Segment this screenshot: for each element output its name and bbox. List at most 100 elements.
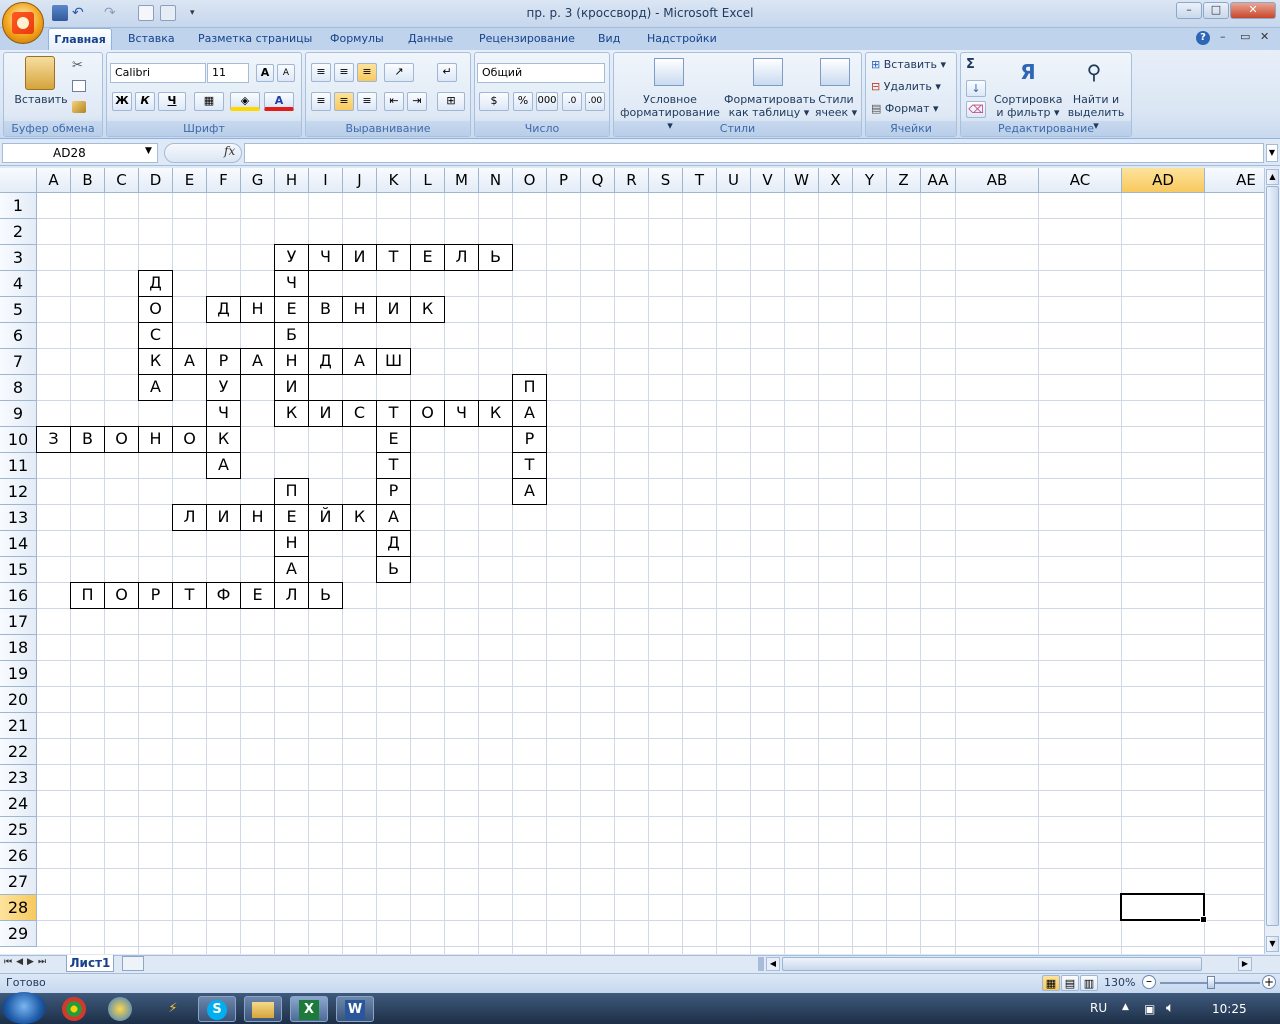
- crossword-cell-k14[interactable]: Д: [376, 530, 411, 557]
- skype-icon[interactable]: S: [198, 996, 236, 1022]
- row-header-13[interactable]: 13: [0, 505, 37, 531]
- language-indicator[interactable]: RU: [1090, 1001, 1107, 1015]
- row-header-20[interactable]: 20: [0, 687, 37, 713]
- column-header-j[interactable]: J: [343, 168, 377, 193]
- row-header-15[interactable]: 15: [0, 557, 37, 583]
- crossword-cell-d8[interactable]: А: [138, 374, 173, 401]
- tab-data[interactable]: Данные: [404, 28, 457, 50]
- ribbon-minimize-icon[interactable]: –: [1220, 30, 1226, 43]
- column-header-a[interactable]: A: [37, 168, 71, 193]
- crossword-cell-e10[interactable]: О: [172, 426, 207, 453]
- page-break-view-icon[interactable]: ▥: [1080, 975, 1098, 991]
- tab-view[interactable]: Вид: [594, 28, 624, 50]
- formula-input[interactable]: [244, 143, 1264, 163]
- column-header-x[interactable]: X: [819, 168, 853, 193]
- column-header-d[interactable]: D: [139, 168, 173, 193]
- shrink-font-button[interactable]: A: [277, 64, 295, 82]
- crossword-cell-i13[interactable]: Й: [308, 504, 343, 531]
- column-header-w[interactable]: W: [785, 168, 819, 193]
- vertical-scrollbar[interactable]: ▲ ▼: [1264, 168, 1280, 954]
- crossword-cell-h15[interactable]: А: [274, 556, 309, 583]
- row-header-10[interactable]: 10: [0, 427, 37, 453]
- close-button[interactable]: ✕: [1230, 2, 1276, 19]
- crossword-cell-g7[interactable]: А: [240, 348, 275, 375]
- decrease-decimal-icon[interactable]: .00: [585, 92, 605, 111]
- cell-styles-icon[interactable]: [820, 58, 850, 86]
- crossword-cell-h12[interactable]: П: [274, 478, 309, 505]
- row-header-1[interactable]: 1: [0, 193, 37, 219]
- font-size-select[interactable]: 11: [207, 63, 249, 83]
- crossword-cell-f11[interactable]: А: [206, 452, 241, 479]
- column-header-k[interactable]: K: [377, 168, 411, 193]
- crossword-cell-d7[interactable]: К: [138, 348, 173, 375]
- format-as-table-button[interactable]: Форматировать как таблицу ▾: [724, 93, 816, 119]
- column-header-m[interactable]: M: [445, 168, 479, 193]
- paste-button[interactable]: Вставить: [10, 93, 72, 106]
- crossword-cell-k5[interactable]: И: [376, 296, 411, 323]
- row-header-19[interactable]: 19: [0, 661, 37, 687]
- row-header-18[interactable]: 18: [0, 635, 37, 661]
- crossword-cell-m9[interactable]: Ч: [444, 400, 479, 427]
- crossword-cell-k15[interactable]: Ь: [376, 556, 411, 583]
- orientation-icon[interactable]: ↗: [384, 63, 414, 82]
- zoom-in-icon[interactable]: +: [1262, 975, 1276, 989]
- column-header-h[interactable]: H: [275, 168, 309, 193]
- crossword-cell-c10[interactable]: О: [104, 426, 139, 453]
- column-header-f[interactable]: F: [207, 168, 241, 193]
- column-header-t[interactable]: T: [683, 168, 717, 193]
- currency-icon[interactable]: $: [479, 92, 509, 111]
- zoom-level[interactable]: 130%: [1104, 976, 1135, 989]
- crossword-cell-m3[interactable]: Л: [444, 244, 479, 271]
- crossword-cell-b16[interactable]: П: [70, 582, 105, 609]
- row-header-16[interactable]: 16: [0, 583, 37, 609]
- page-layout-view-icon[interactable]: ▤: [1061, 975, 1079, 991]
- autosum-button[interactable]: Σ: [966, 58, 975, 71]
- crossword-cell-i9[interactable]: И: [308, 400, 343, 427]
- insert-sheet-icon[interactable]: [122, 956, 144, 971]
- crossword-cell-h5[interactable]: Е: [274, 296, 309, 323]
- row-header-5[interactable]: 5: [0, 297, 37, 323]
- chrome-icon[interactable]: [62, 997, 86, 1021]
- column-header-z[interactable]: Z: [887, 168, 921, 193]
- column-header-b[interactable]: B: [71, 168, 105, 193]
- crossword-cell-a10[interactable]: З: [36, 426, 71, 453]
- sheet-nav-arrows-icon[interactable]: ⏮◀▶⏭: [4, 957, 50, 967]
- crossword-cell-o9[interactable]: А: [512, 400, 547, 427]
- row-header-12[interactable]: 12: [0, 479, 37, 505]
- grow-font-button[interactable]: A: [256, 64, 274, 82]
- sheet-tab-list1[interactable]: Лист1: [66, 955, 114, 972]
- crossword-cell-f9[interactable]: Ч: [206, 400, 241, 427]
- conditional-formatting-icon[interactable]: [654, 58, 684, 86]
- explorer-icon[interactable]: [244, 996, 282, 1022]
- zoom-out-icon[interactable]: –: [1142, 975, 1156, 989]
- bold-button[interactable]: Ж: [112, 92, 132, 111]
- insert-cells-button[interactable]: ⊞ Вставить ▾: [871, 58, 955, 71]
- column-header-r[interactable]: R: [615, 168, 649, 193]
- crossword-cell-l5[interactable]: К: [410, 296, 445, 323]
- tab-home[interactable]: Главная: [48, 28, 112, 51]
- column-header-g[interactable]: G: [241, 168, 275, 193]
- crossword-cell-i16[interactable]: Ь: [308, 582, 343, 609]
- column-header-u[interactable]: U: [717, 168, 751, 193]
- column-header-p[interactable]: P: [547, 168, 581, 193]
- crossword-cell-d10[interactable]: Н: [138, 426, 173, 453]
- column-header-aa[interactable]: AA: [921, 168, 956, 193]
- crossword-cell-d5[interactable]: О: [138, 296, 173, 323]
- row-header-9[interactable]: 9: [0, 401, 37, 427]
- crossword-cell-k12[interactable]: Р: [376, 478, 411, 505]
- crossword-cell-k13[interactable]: А: [376, 504, 411, 531]
- row-header-17[interactable]: 17: [0, 609, 37, 635]
- column-header-y[interactable]: Y: [853, 168, 887, 193]
- crossword-cell-f8[interactable]: У: [206, 374, 241, 401]
- crossword-cell-f5[interactable]: Д: [206, 296, 241, 323]
- excel-icon[interactable]: X: [290, 996, 328, 1022]
- crossword-cell-l3[interactable]: Е: [410, 244, 445, 271]
- ribbon-restore-icon[interactable]: ▭: [1240, 30, 1250, 43]
- name-box[interactable]: AD28: [2, 143, 158, 163]
- increase-decimal-icon[interactable]: .0: [562, 92, 582, 111]
- crossword-cell-i5[interactable]: В: [308, 296, 343, 323]
- browser-icon[interactable]: [108, 997, 132, 1021]
- crossword-cell-n9[interactable]: К: [478, 400, 513, 427]
- copy-icon[interactable]: [72, 80, 86, 92]
- row-header-2[interactable]: 2: [0, 219, 37, 245]
